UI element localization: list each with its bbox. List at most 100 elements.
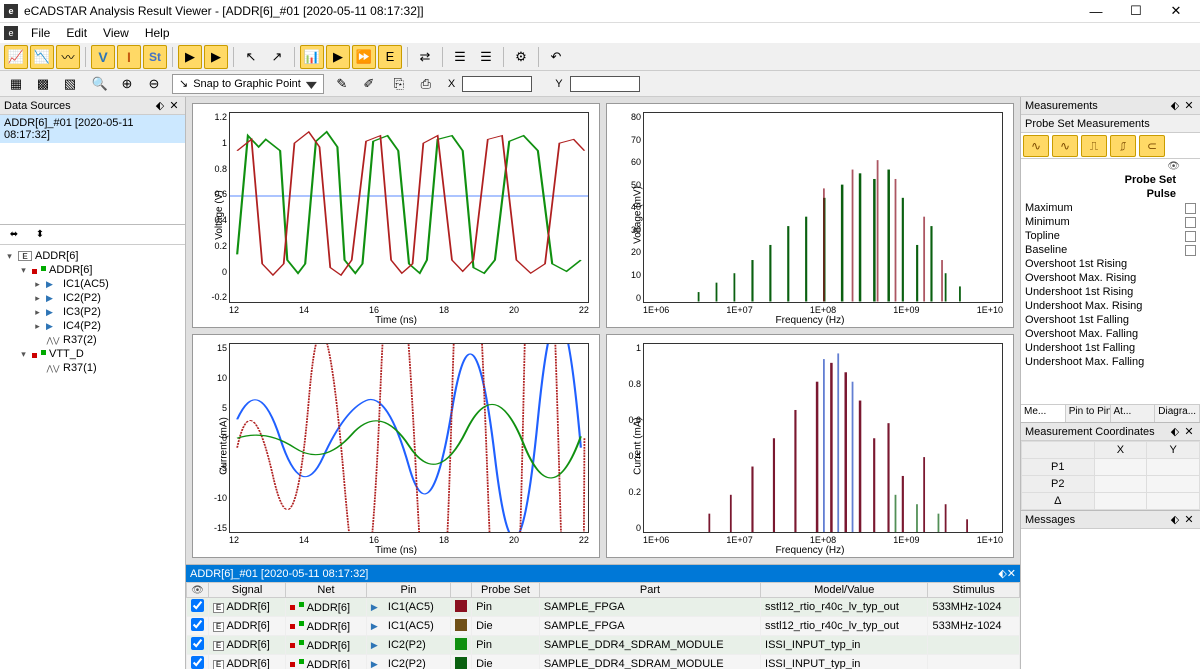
tool-wave3-icon[interactable]: 〰 bbox=[56, 45, 80, 69]
tree-tool2-icon[interactable]: ⬍ bbox=[28, 223, 52, 247]
meas-wave2-icon[interactable]: ∿ bbox=[1052, 135, 1078, 157]
chart-type1-icon[interactable]: 📊 bbox=[300, 45, 324, 69]
snap-dropdown[interactable]: ↘ Snap to Graphic Point bbox=[172, 74, 324, 94]
data-sources-list[interactable]: ADDR[6]_#01 [2020-05-11 08:17:32] bbox=[0, 115, 185, 225]
menu-edit[interactable]: Edit bbox=[59, 24, 94, 42]
measurement-item[interactable]: Maximum bbox=[1021, 201, 1200, 215]
results-table[interactable]: Signal Net Pin Probe Set Part Model/Valu… bbox=[186, 582, 1020, 669]
print-icon[interactable]: ⎙ bbox=[414, 72, 438, 96]
menu-file[interactable]: File bbox=[24, 24, 57, 42]
col-probeset[interactable]: Probe Set bbox=[472, 583, 540, 598]
col-pin[interactable]: Pin bbox=[366, 583, 450, 598]
play-button[interactable]: ▶ bbox=[178, 45, 202, 69]
measurement-item[interactable]: Undershoot 1st Falling bbox=[1021, 341, 1200, 355]
tree-item[interactable]: IC2(P2) bbox=[63, 292, 101, 304]
tree-item[interactable]: IC1(AC5) bbox=[63, 278, 109, 290]
meas-c-icon[interactable]: ⊂ bbox=[1139, 135, 1165, 157]
pin-icon[interactable]: ⬖ bbox=[1168, 425, 1182, 438]
measurement-item[interactable]: Overshoot Max. Rising bbox=[1021, 271, 1200, 285]
maximize-button[interactable]: ☐ bbox=[1116, 1, 1156, 21]
close-panel-icon[interactable]: ✕ bbox=[167, 99, 181, 112]
status-button[interactable]: St bbox=[143, 45, 167, 69]
col-model[interactable]: Model/Value bbox=[761, 583, 928, 598]
measurement-item[interactable]: Undershoot Max. Rising bbox=[1021, 299, 1200, 313]
align-icon[interactable]: ⇄ bbox=[413, 45, 437, 69]
menu-view[interactable]: View bbox=[96, 24, 136, 42]
minimize-button[interactable]: — bbox=[1076, 1, 1116, 21]
col-part[interactable]: Part bbox=[539, 583, 760, 598]
tab-pin-to-pin[interactable]: Pin to Pin Me... bbox=[1066, 405, 1111, 422]
signal-tree[interactable]: ▾EADDR[6] ▾ADDR[6] ▸IC1(AC5) ▸IC2(P2) ▸I… bbox=[0, 245, 185, 669]
x-coord-input[interactable] bbox=[462, 76, 532, 92]
zoom-out-icon[interactable]: ⊖ bbox=[142, 72, 166, 96]
tab-at[interactable]: At... bbox=[1111, 405, 1156, 422]
checkbox[interactable] bbox=[1185, 245, 1196, 256]
close-panel-icon[interactable]: ✕ bbox=[1182, 425, 1196, 438]
checkbox[interactable] bbox=[1185, 217, 1196, 228]
table-row[interactable]: E ADDR[6] ADDR[6] IC1(AC5) PinSAMPLE_FPG… bbox=[187, 598, 1020, 617]
expand-icon[interactable]: ▸ bbox=[32, 321, 43, 332]
current-time-plot[interactable]: Current (mA) 151050-5-10-15 121416182022… bbox=[192, 334, 600, 559]
collapse-icon[interactable]: ▾ bbox=[18, 265, 29, 276]
expand-icon[interactable]: ▸ bbox=[32, 293, 43, 304]
cursor2-icon[interactable]: ↗ bbox=[265, 45, 289, 69]
undo-icon[interactable]: ↶ bbox=[544, 45, 568, 69]
play2-button[interactable]: ▶ bbox=[204, 45, 228, 69]
meas-step-icon[interactable]: ⎍ bbox=[1081, 135, 1107, 157]
meas-wave1-icon[interactable]: ∿ bbox=[1023, 135, 1049, 157]
tree-root[interactable]: ADDR[6] bbox=[35, 250, 78, 262]
chart-play-icon[interactable]: ▶ bbox=[326, 45, 350, 69]
tree-tool1-icon[interactable]: ⬌ bbox=[2, 223, 26, 247]
tab-diagram[interactable]: Diagra... bbox=[1155, 405, 1200, 422]
list1-icon[interactable]: ☰ bbox=[448, 45, 472, 69]
expand-icon[interactable]: ▸ bbox=[32, 279, 43, 290]
pin-icon[interactable]: ⬖ bbox=[1168, 99, 1182, 112]
measurement-item[interactable]: Overshoot Max. Falling bbox=[1021, 327, 1200, 341]
zoom-in-icon[interactable]: ⊕ bbox=[115, 72, 139, 96]
checkbox[interactable] bbox=[1185, 231, 1196, 242]
measurement-item[interactable]: Topline bbox=[1021, 229, 1200, 243]
pin-icon[interactable]: ⬖ bbox=[998, 567, 1006, 580]
measurement-item[interactable]: Undershoot 1st Rising bbox=[1021, 285, 1200, 299]
row-visible-checkbox[interactable] bbox=[191, 618, 204, 631]
settings-icon[interactable]: ⚙ bbox=[509, 45, 533, 69]
edit2-icon[interactable]: ✐ bbox=[357, 72, 381, 96]
edit1-icon[interactable]: ✎ bbox=[330, 72, 354, 96]
tree-item[interactable]: R37(2) bbox=[63, 334, 97, 346]
close-button[interactable]: ✕ bbox=[1156, 1, 1196, 21]
list2-icon[interactable]: ☰ bbox=[474, 45, 498, 69]
chart-e-icon[interactable]: E bbox=[378, 45, 402, 69]
chart-type2-icon[interactable]: ⏩ bbox=[352, 45, 376, 69]
close-panel-icon[interactable]: ✕ bbox=[1182, 99, 1196, 112]
current-button[interactable]: I bbox=[117, 45, 141, 69]
tree-item[interactable]: IC4(P2) bbox=[63, 320, 101, 332]
results-tab[interactable]: ADDR[6]_#01 [2020-05-11 08:17:32] ⬖ ✕ bbox=[186, 565, 1020, 582]
close-panel-icon[interactable]: ✕ bbox=[1182, 513, 1196, 526]
row-visible-checkbox[interactable] bbox=[191, 656, 204, 669]
layout3-icon[interactable]: ▧ bbox=[58, 72, 82, 96]
coords-table[interactable]: XY P1 P2 Δ bbox=[1021, 441, 1200, 510]
tool-wave1-icon[interactable]: 📈 bbox=[4, 45, 28, 69]
measurement-item[interactable]: Overshoot 1st Falling bbox=[1021, 313, 1200, 327]
tree-net1[interactable]: ADDR[6] bbox=[49, 264, 92, 276]
col-signal[interactable]: Signal bbox=[209, 583, 286, 598]
collapse-icon[interactable]: ▾ bbox=[4, 251, 15, 262]
checkbox[interactable] bbox=[1185, 203, 1196, 214]
table-row[interactable]: E ADDR[6] ADDR[6] IC2(P2) PinSAMPLE_DDR4… bbox=[187, 636, 1020, 655]
table-row[interactable]: E ADDR[6] ADDR[6] IC2(P2) DieSAMPLE_DDR4… bbox=[187, 655, 1020, 669]
measurement-item[interactable]: Minimum bbox=[1021, 215, 1200, 229]
expand-icon[interactable]: ▸ bbox=[32, 307, 43, 318]
measurement-item[interactable]: Overshoot 1st Rising bbox=[1021, 257, 1200, 271]
voltage-button[interactable]: V bbox=[91, 45, 115, 69]
y-coord-input[interactable] bbox=[570, 76, 640, 92]
tab-measurements[interactable]: Me... bbox=[1021, 405, 1066, 422]
current-freq-plot[interactable]: Current (mA) 10.80.60.40.20 1E+061E+071E… bbox=[606, 334, 1014, 559]
col-net[interactable]: Net bbox=[286, 583, 367, 598]
col-stimulus[interactable]: Stimulus bbox=[928, 583, 1020, 598]
collapse-icon[interactable]: ▾ bbox=[18, 349, 29, 360]
row-visible-checkbox[interactable] bbox=[191, 599, 204, 612]
cursor1-icon[interactable]: ↖ bbox=[239, 45, 263, 69]
zoom-area-icon[interactable]: 🔍 bbox=[88, 72, 112, 96]
measurements-list[interactable]: Probe Set Pulse MaximumMinimumToplineBas… bbox=[1021, 159, 1200, 404]
tree-item[interactable]: IC3(P2) bbox=[63, 306, 101, 318]
